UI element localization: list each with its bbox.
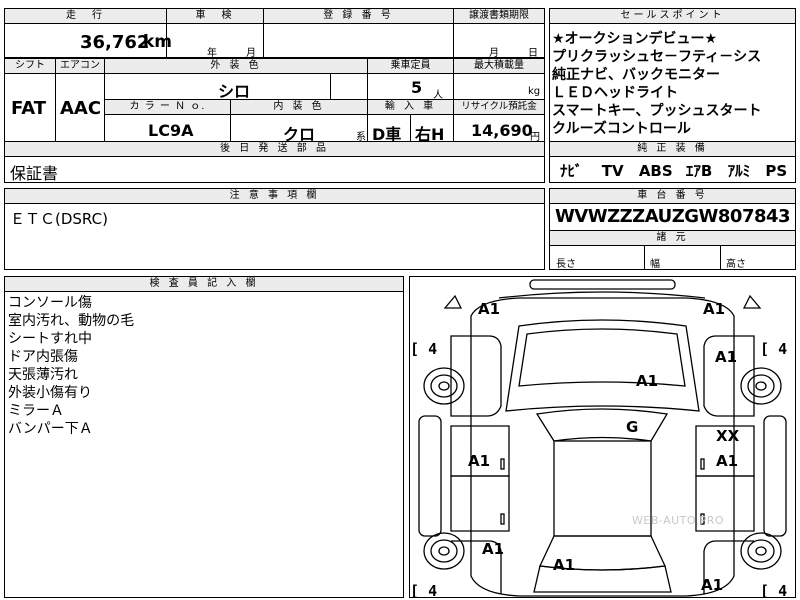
- inspection-header: 車 検: [166, 8, 264, 24]
- load-header: 最大積載量: [453, 58, 545, 74]
- selling-point: ＬＥＤヘッドライト: [552, 85, 678, 101]
- mark-right-front-door: A1: [716, 452, 739, 470]
- ac-value: AAC: [60, 98, 102, 119]
- mileage-value: 36,762: [80, 32, 150, 53]
- equipment-item: ABS: [638, 162, 673, 180]
- selling-point: スマートキー、プッシュスタート: [552, 103, 762, 119]
- transfer-day: 日: [528, 48, 538, 59]
- selling-points-header: セールスポイント: [549, 8, 796, 24]
- inspection-month: 月: [246, 48, 256, 59]
- shift-header: シフト: [4, 58, 56, 74]
- ac-header: エアコン: [55, 58, 105, 74]
- import-divider: [410, 115, 411, 142]
- inspector-note: シートすれ中: [8, 331, 92, 347]
- inspector-note: バンパー下Ａ: [8, 421, 93, 437]
- selling-point: クルーズコントロール: [552, 121, 691, 137]
- selling-points-list: ★オークションデビュー★ プリクラッシュセ－フティ－シス 純正ナビ、バックモニタ…: [552, 30, 761, 138]
- equipment-item: ﾅﾋﾞ: [560, 162, 583, 180]
- equipment-item: PS: [765, 162, 788, 180]
- exterior-header: 外 装 色: [104, 58, 368, 74]
- vin-value: WVWZZZAUZGW807843: [554, 206, 791, 227]
- capacity-value: 5: [411, 78, 423, 97]
- equipment-item: ｴｱB: [685, 162, 713, 180]
- vin-header: 車 台 番 号: [549, 188, 796, 204]
- mark-left-door: A1: [468, 452, 491, 470]
- equipment-header: 純 正 装 備: [549, 141, 796, 157]
- dimensions-width: 幅: [650, 259, 660, 270]
- interior-header: 内 装 色: [230, 99, 368, 115]
- mark-right-front-door-xx: XX: [716, 427, 740, 445]
- mark-front-left: A1: [478, 300, 501, 318]
- inspector-header: 検 査 員 記 入 欄: [4, 276, 404, 292]
- tread-left-rear: [ 4: [410, 582, 438, 600]
- equipment-item: TV: [601, 162, 624, 180]
- inspector-note: 外装小傷有り: [8, 385, 92, 401]
- mark-rear-bumper-right: A1: [701, 576, 724, 594]
- import-header: 輸 入 車: [367, 99, 454, 115]
- color-no-value: LC9A: [148, 121, 194, 140]
- mark-right-fender: A1: [715, 348, 738, 366]
- notes-header: 注 意 事 項 欄: [4, 188, 545, 204]
- registration-header: 登 録 番 号: [263, 8, 454, 24]
- dimensions-height: 高さ: [726, 259, 746, 270]
- tread-right-rear: [ 4: [760, 582, 788, 600]
- equipment-list: ﾅﾋﾞ TV ABS ｴｱB ｱﾙﾐ PS PW: [560, 160, 800, 181]
- inspector-note: 室内汚れ、動物の毛: [8, 313, 135, 329]
- dimensions-divider-2: [720, 246, 721, 270]
- inspection-year: 年: [207, 48, 217, 59]
- recycle-value: 14,690: [471, 121, 533, 140]
- equipment-item: ｱﾙﾐ: [727, 162, 751, 180]
- dimensions-divider-1: [644, 246, 645, 270]
- selling-point: ★オークションデビュー★: [552, 31, 718, 47]
- tread-left-front: [ 4: [410, 340, 438, 358]
- watermark: WEB-AUTO.PRO: [632, 514, 725, 527]
- selling-point: 純正ナビ、バックモニター: [552, 67, 720, 83]
- transfer-month: 月: [489, 48, 499, 59]
- mileage-header: 走 行: [4, 8, 167, 24]
- mark-front-right: A1: [703, 300, 726, 318]
- shift-value: FAT: [11, 98, 47, 119]
- inspector-list: コンソール傷 室内汚れ、動物の毛 シートすれ中 ドア内張傷 天張薄汚れ 外装小傷…: [8, 294, 134, 438]
- transfer-header: 譲渡書類期限: [453, 8, 545, 24]
- later-parts-value: 保証書: [10, 164, 59, 183]
- mark-roof: G: [626, 418, 639, 436]
- dimensions-header: 諸 元: [549, 230, 796, 246]
- capacity-header: 乗車定員: [367, 58, 454, 74]
- notes-value: ＥＴＣ(DSRC): [10, 210, 108, 228]
- mark-trunk: A1: [553, 556, 576, 574]
- selling-point: プリクラッシュセ－フティ－シス: [552, 49, 762, 65]
- later-parts-header: 後 日 発 送 部 品: [4, 141, 545, 157]
- inspector-note: ミラーＡ: [8, 403, 64, 419]
- recycle-header: リサイクル預託金: [453, 99, 545, 115]
- color-no-header: カ ラ ー Ｎ ｏ.: [104, 99, 231, 115]
- inspector-note: ドア内張傷: [8, 349, 78, 365]
- load-unit: kg: [528, 86, 541, 97]
- mark-hood: A1: [636, 372, 659, 390]
- dimensions-length: 長さ: [556, 259, 576, 270]
- exterior-divider: [330, 74, 368, 100]
- inspector-note: コンソール傷: [8, 295, 92, 311]
- mark-left-rear-fender: A1: [482, 540, 505, 558]
- tread-right-front: [ 4: [760, 340, 788, 358]
- inspector-note: 天張薄汚れ: [8, 367, 78, 383]
